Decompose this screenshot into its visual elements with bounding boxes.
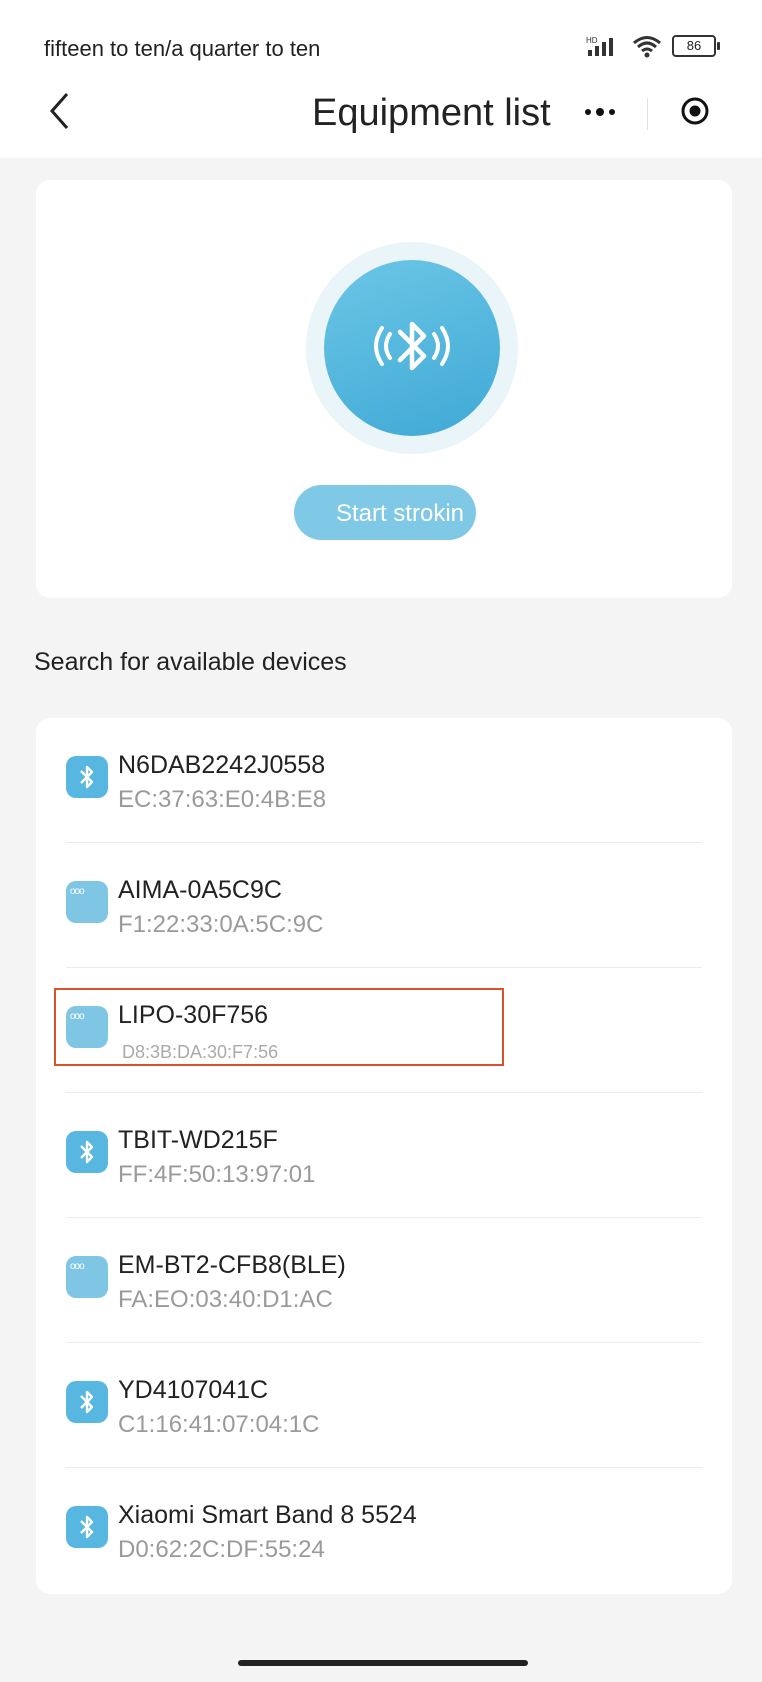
bluetooth-icon xyxy=(66,756,108,798)
list-item-device[interactable]: ooo EM-BT2-CFB8(BLE) FA:EO:03:40:D1:AC xyxy=(36,1218,732,1343)
device-name: TBIT-WD215F xyxy=(118,1126,278,1154)
selection-highlight-box xyxy=(54,988,504,1066)
bluetooth-scan-button[interactable] xyxy=(324,260,500,436)
signal-hd-label: HD xyxy=(586,36,598,45)
scan-card: Start strokin xyxy=(36,180,732,598)
device-mac: FF:4F:50:13:97:01 xyxy=(118,1161,316,1188)
generic-device-icon: ooo xyxy=(66,881,108,923)
bluetooth-icon xyxy=(66,1131,108,1173)
device-mac: EC:37:63:E0:4B:E8 xyxy=(118,786,327,813)
page-title: Equipment list xyxy=(312,92,551,134)
bluetooth-scan-halo xyxy=(306,242,518,454)
generic-device-icon: ooo xyxy=(66,1256,108,1298)
list-item-device[interactable]: Xiaomi Smart Band 8 5524 D0:62:2C:DF:55:… xyxy=(36,1468,732,1593)
signal-icon: HD xyxy=(586,35,622,57)
mini-program-capsule xyxy=(552,80,742,146)
device-name: EM-BT2-CFB8(BLE) xyxy=(118,1251,346,1279)
back-button[interactable] xyxy=(40,88,80,138)
status-time: fifteen to ten/a quarter to ten xyxy=(44,36,320,62)
device-name: N6DAB2242J0558 xyxy=(118,751,326,779)
list-item-device[interactable]: N6DAB2242J0558 EC:37:63:E0:4B:E8 xyxy=(36,718,732,843)
bluetooth-icon xyxy=(362,306,462,391)
device-mac: D0:62:2C:DF:55:24 xyxy=(118,1536,325,1563)
nav-bar: Equipment list xyxy=(0,80,762,158)
more-button[interactable] xyxy=(552,80,647,146)
device-mac: FA:EO:03:40:D1:AC xyxy=(118,1286,333,1313)
record-target-icon xyxy=(680,96,710,131)
device-name: Xiaomi Smart Band 8 5524 xyxy=(118,1501,417,1529)
chevron-left-icon xyxy=(47,91,73,136)
status-icons: HD 86 xyxy=(586,34,720,58)
available-devices-heading: Search for available devices xyxy=(34,648,347,676)
status-time-text: fifteen to ten/a quarter to ten xyxy=(44,36,321,61)
start-scan-button[interactable]: Start strokin xyxy=(294,485,476,540)
list-item-device[interactable]: TBIT-WD215F FF:4F:50:13:97:01 xyxy=(36,1093,732,1218)
list-item-device[interactable]: YD4107041C C1:16:41:07:04:1C xyxy=(36,1343,732,1468)
bluetooth-icon xyxy=(66,1381,108,1423)
device-name: AIMA-0A5C9C xyxy=(118,876,282,904)
battery-level: 86 xyxy=(686,38,702,53)
device-list: N6DAB2242J0558 EC:37:63:E0:4B:E8 ooo AIM… xyxy=(36,718,732,1594)
device-mac: C1:16:41:07:04:1C xyxy=(118,1411,320,1438)
home-indicator xyxy=(238,1660,528,1666)
device-name: YD4107041C xyxy=(118,1376,269,1404)
more-dots-icon xyxy=(583,104,617,122)
device-mac: F1:22:33:0A:5C:9C xyxy=(118,911,324,938)
close-target-button[interactable] xyxy=(647,80,742,146)
wifi-icon xyxy=(632,34,662,58)
list-item-device[interactable]: ooo AIMA-0A5C9C F1:22:33:0A:5C:9C xyxy=(36,843,732,968)
bluetooth-icon xyxy=(66,1506,108,1548)
battery-icon: 86 xyxy=(672,35,720,57)
status-bar: fifteen to ten/a quarter to ten HD 86 xyxy=(0,0,762,80)
